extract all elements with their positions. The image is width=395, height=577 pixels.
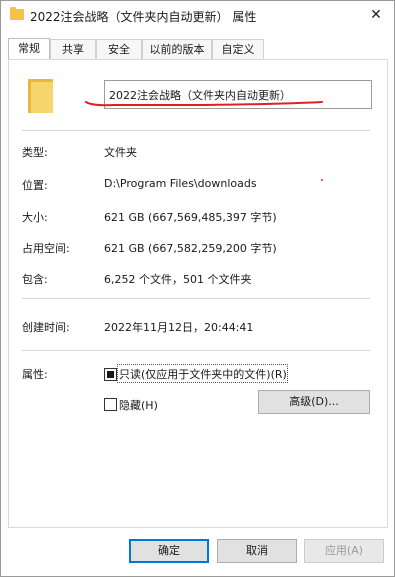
size-on-disk-value: 621 GB (667,582,259,200 字节) [104,242,277,255]
properties-dialog: 2022注会战略（文件夹内自动更新） 属性 ✕ 常规 共享 安全 以前的版本 自… [0,0,395,577]
divider [22,350,370,351]
readonly-checkbox[interactable] [104,368,117,381]
created-value: 2022年11月12日，20:44:41 [104,321,254,334]
advanced-button[interactable]: 高级(D)... [258,390,370,414]
title-bar: 2022注会战略（文件夹内自动更新） 属性 ✕ [1,1,394,31]
location-value: D:\Program Files\downloads [104,177,257,190]
general-panel: 2022注会战略（文件夹内自动更新） 类型: 文件夹 位置: D:\Progra… [8,59,388,528]
window-title: 2022注会战略（文件夹内自动更新） 属性 [30,10,257,24]
location-label: 位置: [22,179,48,192]
created-label: 创建时间: [22,321,70,334]
divider [22,298,370,299]
attributes-label: 属性: [22,368,48,381]
contains-value: 6,252 个文件，501 个文件夹 [104,273,252,286]
type-label: 类型: [22,146,48,159]
tab-general[interactable]: 常规 [8,38,50,60]
folder-large-icon [28,79,53,113]
tab-customize[interactable]: 自定义 [212,39,264,59]
tab-sharing[interactable]: 共享 [50,39,96,59]
divider [22,130,370,131]
folder-icon [10,7,24,20]
cancel-button[interactable]: 取消 [217,539,297,563]
size-on-disk-label: 占用空间: [22,242,70,255]
contains-label: 包含: [22,273,48,286]
close-button[interactable]: ✕ [363,3,389,27]
size-value: 621 GB (667,569,485,397 字节) [104,211,277,224]
red-annotation-underline [85,101,323,107]
tab-previous-versions[interactable]: 以前的版本 [142,39,212,59]
readonly-label[interactable]: 只读(仅应用于文件夹中的文件)(R) [119,366,287,382]
apply-button[interactable]: 应用(A) [304,539,384,563]
hidden-label[interactable]: 隐藏(H) [119,397,158,413]
hidden-checkbox[interactable] [104,398,117,411]
type-value: 文件夹 [104,146,137,159]
tab-security[interactable]: 安全 [96,39,142,59]
red-annotation-dot [321,179,323,181]
size-label: 大小: [22,211,48,224]
ok-button[interactable]: 确定 [129,539,209,563]
